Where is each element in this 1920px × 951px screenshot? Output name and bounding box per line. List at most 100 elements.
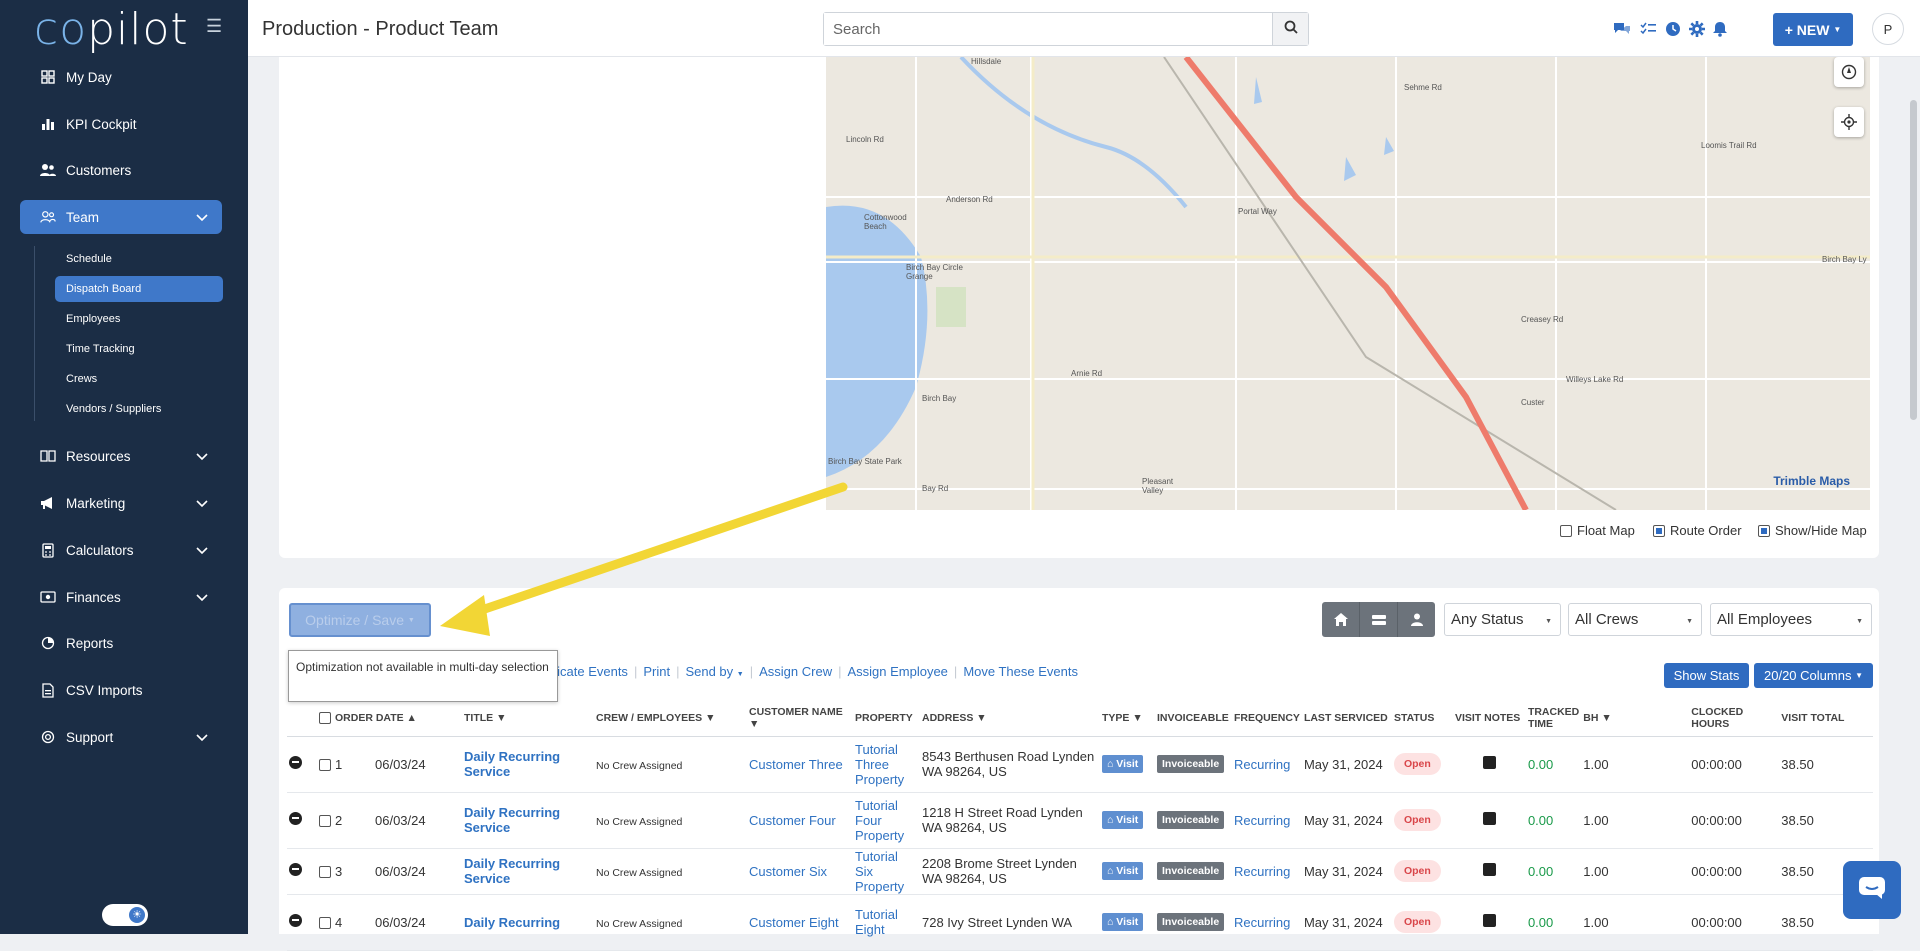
gear-icon[interactable] bbox=[1688, 20, 1706, 38]
sidebar-item-finances[interactable]: Finances bbox=[20, 580, 222, 614]
header-type[interactable]: TYPE ▼ bbox=[1100, 700, 1155, 737]
float-map-option[interactable]: Float Map bbox=[1560, 523, 1635, 538]
sidebar-item-calculators[interactable]: Calculators bbox=[20, 533, 222, 567]
event-title-link[interactable]: Daily Recurring Service bbox=[464, 749, 560, 779]
customer-link[interactable]: Customer Eight bbox=[749, 915, 839, 930]
home-icon[interactable] bbox=[1322, 602, 1360, 637]
sidebar-item-resources[interactable]: Resources bbox=[20, 439, 222, 473]
table-row[interactable]: 2 06/03/24 Daily Recurring Service No Crew … bbox=[287, 792, 1873, 849]
show-hide-map-checkbox[interactable] bbox=[1758, 524, 1770, 537]
frequency-link[interactable]: Recurring bbox=[1234, 864, 1290, 879]
print-link[interactable]: Print bbox=[637, 664, 676, 679]
sidebar-item-kpi-cockpit[interactable]: KPI Cockpit bbox=[20, 107, 222, 141]
route-map[interactable]: Hillsdale Lincoln Rd Anderson Rd Cottonw… bbox=[826, 57, 1870, 510]
checklist-icon[interactable] bbox=[1639, 20, 1657, 38]
new-button[interactable]: + NEW ▼ bbox=[1773, 13, 1853, 46]
route-order-option[interactable]: Route Order bbox=[1653, 523, 1742, 538]
sidebar-item-marketing[interactable]: Marketing bbox=[20, 486, 222, 520]
table-row[interactable]: 3 06/03/24 Daily Recurring Service No Crew … bbox=[287, 848, 1873, 895]
sidebar-item-reports[interactable]: Reports bbox=[20, 626, 222, 660]
header-invoiceable[interactable]: INVOICEABLE bbox=[1155, 700, 1232, 737]
locate-icon[interactable] bbox=[1834, 107, 1864, 137]
header-property[interactable]: PROPERTY bbox=[853, 700, 920, 737]
row-menu-icon[interactable] bbox=[289, 756, 302, 769]
theme-toggle[interactable]: ☀ bbox=[102, 904, 148, 926]
row-menu-icon[interactable] bbox=[289, 914, 302, 927]
chat-bubbles-icon[interactable] bbox=[1613, 20, 1631, 38]
header-visit-notes[interactable]: VISIT NOTES bbox=[1452, 700, 1526, 737]
row-checkbox[interactable] bbox=[319, 917, 331, 930]
move-events-link[interactable]: Move These Events bbox=[957, 664, 1084, 679]
sidebar-subitem-time-tracking[interactable]: Time Tracking bbox=[55, 336, 223, 362]
header-title[interactable]: TITLE ▼ bbox=[462, 700, 594, 737]
frequency-link[interactable]: Recurring bbox=[1234, 757, 1290, 772]
header-visit-total[interactable]: VISIT TOTAL bbox=[1779, 700, 1873, 737]
person-icon[interactable] bbox=[1398, 602, 1435, 637]
row-menu-icon[interactable] bbox=[289, 812, 302, 825]
frequency-link[interactable]: Recurring bbox=[1234, 915, 1290, 930]
event-title-link[interactable]: Daily Recurring Service bbox=[464, 805, 560, 835]
sidebar-subitem-employees[interactable]: Employees bbox=[55, 306, 223, 332]
assign-employee-link[interactable]: Assign Employee bbox=[841, 664, 953, 679]
row-checkbox[interactable] bbox=[319, 815, 331, 828]
table-row[interactable]: 1 06/03/24 Daily Recurring Service No Crew … bbox=[287, 736, 1873, 793]
customer-link[interactable]: Customer Three bbox=[749, 757, 843, 772]
frequency-link[interactable]: Recurring bbox=[1234, 813, 1290, 828]
sticky-note-icon[interactable] bbox=[1482, 914, 1496, 927]
property-link[interactable]: Tutorial Four Property bbox=[855, 798, 904, 843]
assign-crew-link[interactable]: Assign Crew bbox=[753, 664, 838, 679]
property-link[interactable]: Tutorial Three Property bbox=[855, 742, 904, 787]
header-tracked-time[interactable]: TRACKED TIME bbox=[1525, 700, 1582, 737]
row-menu-icon[interactable] bbox=[289, 863, 302, 876]
header-address[interactable]: ADDRESS ▼ bbox=[920, 700, 1100, 737]
employees-select[interactable]: All Employees ▼ bbox=[1710, 603, 1872, 636]
header-frequency[interactable]: FREQUENCY bbox=[1232, 700, 1302, 737]
header-order-date[interactable]: ORDER DATE ▲ bbox=[317, 700, 462, 737]
bell-icon[interactable] bbox=[1711, 20, 1729, 38]
optimize-save-button[interactable]: Optimize / Save ▼ bbox=[289, 603, 431, 637]
columns-button[interactable]: 20/20 Columns ▼ bbox=[1754, 663, 1873, 688]
customer-link[interactable]: Customer Four bbox=[749, 813, 836, 828]
sidebar-subitem-crews[interactable]: Crews bbox=[55, 366, 223, 392]
page-scrollbar[interactable] bbox=[1910, 100, 1917, 420]
float-map-checkbox[interactable] bbox=[1560, 524, 1572, 537]
show-hide-map-option[interactable]: Show/Hide Map bbox=[1758, 523, 1867, 538]
property-link[interactable]: Tutorial Six Property bbox=[855, 849, 904, 894]
status-select[interactable]: Any Status ▼ bbox=[1444, 603, 1561, 636]
sidebar-subitem-vendors[interactable]: Vendors / Suppliers bbox=[55, 396, 223, 422]
header-status[interactable]: STATUS bbox=[1391, 700, 1453, 737]
show-stats-button[interactable]: Show Stats bbox=[1664, 663, 1749, 688]
compass-icon[interactable] bbox=[1834, 57, 1864, 87]
sticky-note-icon[interactable] bbox=[1482, 756, 1496, 769]
row-checkbox[interactable] bbox=[319, 866, 331, 879]
row-checkbox[interactable] bbox=[319, 759, 331, 772]
copilot-logo[interactable]: copilot bbox=[34, 4, 189, 55]
sidebar-subitem-schedule[interactable]: Schedule bbox=[55, 246, 223, 272]
property-link[interactable]: Tutorial Eight bbox=[855, 907, 898, 937]
send-by-link[interactable]: Send by ▼ bbox=[679, 664, 749, 679]
clock-icon[interactable] bbox=[1664, 20, 1682, 38]
chat-widget-button[interactable] bbox=[1843, 861, 1901, 919]
sidebar-item-my-day[interactable]: My Day bbox=[20, 60, 222, 94]
avatar[interactable]: P bbox=[1872, 13, 1904, 45]
search-input[interactable] bbox=[824, 13, 1264, 45]
header-clocked-hours[interactable]: CLOCKED HOURS bbox=[1689, 700, 1780, 737]
sidebar-item-support[interactable]: Support bbox=[20, 720, 222, 754]
route-order-checkbox[interactable] bbox=[1653, 524, 1665, 537]
table-row[interactable]: 4 06/03/24 Daily Recurring No Crew Assigned… bbox=[287, 894, 1873, 951]
truck-icon[interactable] bbox=[1360, 602, 1398, 637]
select-all-checkbox[interactable] bbox=[319, 711, 331, 724]
sticky-note-icon[interactable] bbox=[1482, 863, 1496, 876]
event-title-link[interactable]: Daily Recurring bbox=[464, 915, 560, 930]
header-crew[interactable]: CREW / EMPLOYEES ▼ bbox=[594, 700, 747, 737]
header-customer[interactable]: CUSTOMER NAME ▼ bbox=[747, 700, 853, 737]
sticky-note-icon[interactable] bbox=[1482, 812, 1496, 825]
header-bh[interactable]: BH ▼ bbox=[1581, 700, 1690, 737]
search-button[interactable] bbox=[1272, 13, 1308, 45]
sidebar-item-team[interactable]: Team bbox=[20, 200, 222, 234]
event-title-link[interactable]: Daily Recurring Service bbox=[464, 856, 560, 886]
sidebar-item-customers[interactable]: Customers bbox=[20, 153, 222, 187]
header-last-serviced[interactable]: LAST SERVICED bbox=[1301, 700, 1392, 737]
sidebar-item-csv-imports[interactable]: CSV Imports bbox=[20, 673, 222, 707]
sidebar-subitem-dispatch-board[interactable]: Dispatch Board bbox=[55, 276, 223, 302]
